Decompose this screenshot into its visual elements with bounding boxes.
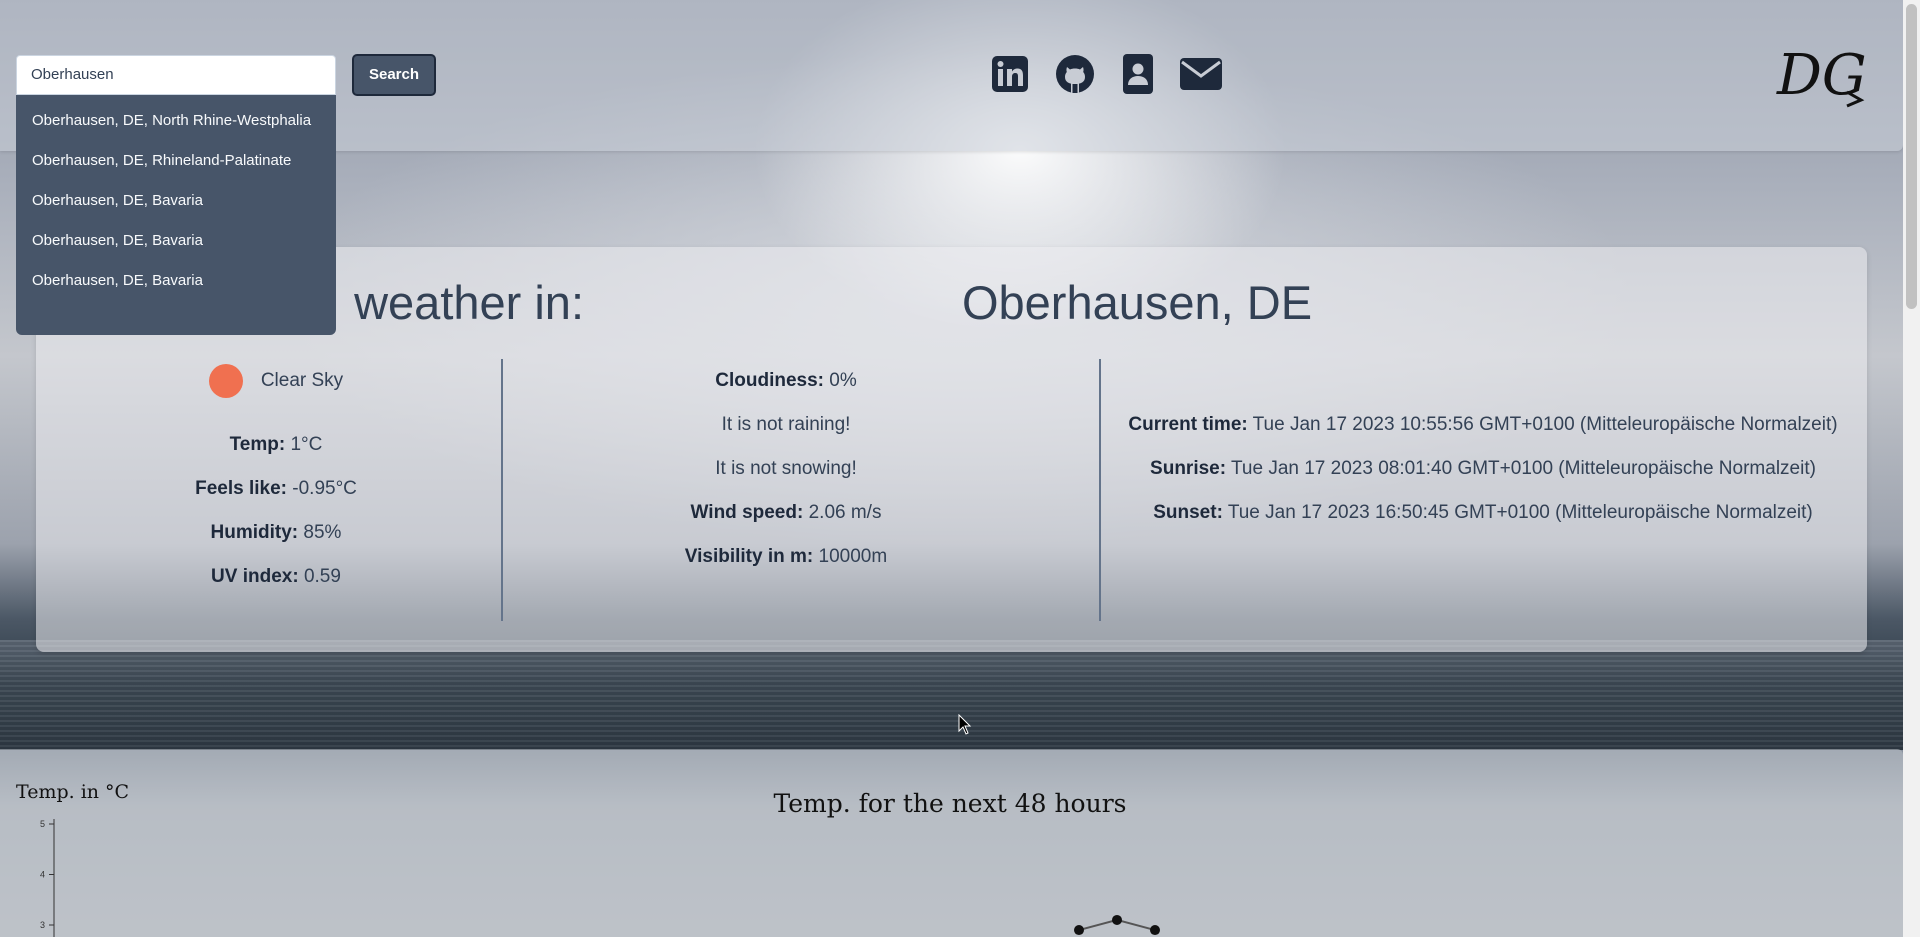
sunset-label: Sunset: — [1153, 502, 1223, 523]
sea-background — [0, 640, 1905, 750]
cloudiness-value: 0% — [829, 370, 857, 391]
current-time-value: Tue Jan 17 2023 10:55:56 GMT+0100 (Mitte… — [1252, 414, 1838, 435]
chart-y-tick-label: 5 — [40, 819, 45, 829]
suggestion-item[interactable]: Oberhausen, DE, Bavaria — [16, 269, 336, 293]
chart-y-tick-label: 4 — [40, 870, 45, 880]
uv-index-value: 0.59 — [303, 566, 341, 587]
envelope-icon — [1180, 58, 1222, 90]
linkedin-link[interactable] — [990, 52, 1030, 96]
chart-y-tick-label: 3 — [40, 920, 45, 930]
weather-main-column: Clear Sky Temp: 1°C Feels like: -0.95°C … — [76, 359, 476, 599]
weather-conditions-column: Cloudiness: 0% It is not raining! It is … — [536, 359, 1036, 579]
time-column: Current time: Tue Jan 17 2023 10:55:56 G… — [1108, 403, 1858, 535]
sunset-value: Tue Jan 17 2023 16:50:45 GMT+0100 (Mitte… — [1227, 502, 1813, 523]
wind-speed-value: 2.06 m/s — [808, 502, 882, 523]
visibility-value: 10000m — [818, 546, 888, 567]
scrollbar-thumb[interactable] — [1906, 4, 1917, 309]
chart-data-point — [1150, 925, 1160, 936]
mouse-cursor-icon — [958, 714, 972, 735]
search-input[interactable]: Oberhausen — [16, 55, 336, 95]
chart-data-point — [1074, 925, 1084, 936]
svg-text:DG: DG — [1776, 43, 1867, 108]
condition-text: Clear Sky — [260, 370, 344, 391]
search-suggestions-dropdown: Oberhausen, DE, North Rhine-Westphalia O… — [16, 95, 336, 335]
humidity-value: 85% — [303, 522, 342, 543]
visibility-label: Visibility in m: — [684, 546, 814, 567]
feels-like-value: -0.95°C — [292, 478, 357, 499]
wind-speed-label: Wind speed: — [690, 502, 804, 523]
github-link[interactable] — [1053, 52, 1097, 96]
clear-sky-icon — [208, 363, 243, 398]
uv-index-label: UV index: — [211, 566, 299, 587]
current-time-label: Current time: — [1128, 414, 1248, 435]
github-icon — [1056, 55, 1094, 93]
feels-like-label: Feels like: — [195, 478, 287, 499]
temp-label: Temp: — [229, 434, 286, 455]
snow-status: It is not snowing! — [715, 458, 857, 479]
sunrise-value: Tue Jan 17 2023 08:01:40 GMT+0100 (Mitte… — [1231, 458, 1816, 479]
temperature-chart-section: Temp. in °C Temp. for the next 48 hours … — [0, 749, 1903, 937]
search-button[interactable]: Search — [352, 54, 436, 96]
suggestion-item[interactable]: Oberhausen, DE, Bavaria — [16, 229, 336, 253]
chart-data-point — [1112, 914, 1122, 925]
linkedin-icon — [992, 56, 1028, 92]
sunrise-label: Sunrise: — [1150, 458, 1227, 479]
email-link[interactable] — [1180, 52, 1222, 96]
column-divider — [501, 359, 503, 621]
dg-logo-icon: DG — [1776, 43, 1867, 108]
column-divider — [1099, 359, 1101, 621]
suggestion-item[interactable]: Oberhausen, DE, North Rhine-Westphalia — [16, 109, 336, 133]
location-title: Oberhausen, DE — [961, 276, 1313, 329]
contact-link[interactable] — [1122, 52, 1154, 96]
humidity-label: Humidity: — [210, 522, 299, 543]
contact-card-icon — [1123, 54, 1153, 94]
cloudiness-label: Cloudiness: — [715, 370, 824, 391]
suggestion-item[interactable]: Oberhausen, DE, Rhineland-Palatinate — [16, 149, 336, 173]
rain-status: It is not raining! — [721, 414, 851, 435]
temp-value: 1°C — [290, 434, 323, 455]
temperature-chart: 5 4 3 — [40, 819, 1160, 937]
suggestion-item[interactable]: Oberhausen, DE, Bavaria — [16, 189, 336, 213]
logo[interactable]: DG — [1775, 38, 1875, 114]
